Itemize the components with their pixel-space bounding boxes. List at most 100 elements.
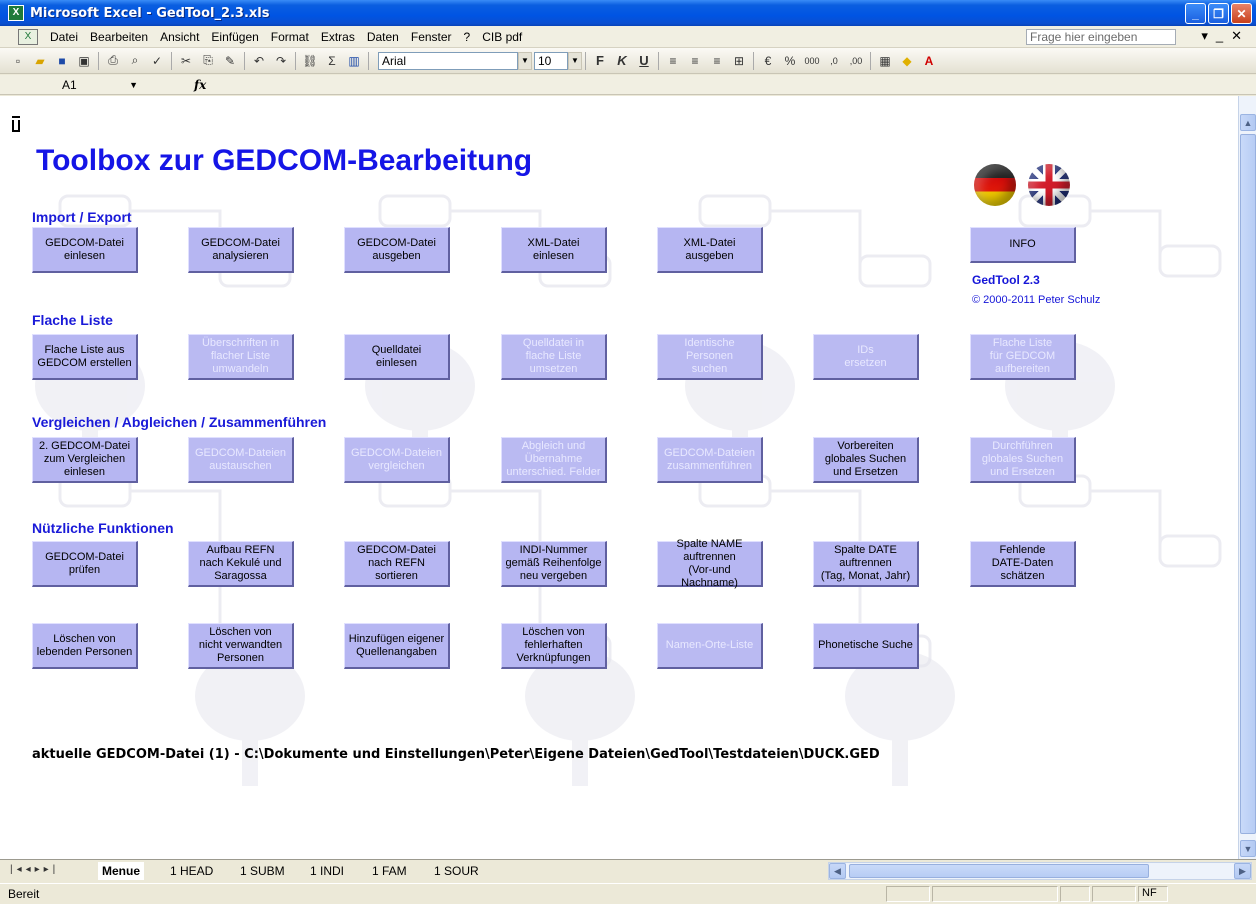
open-folder-icon[interactable]: ▰	[30, 52, 50, 70]
name-box[interactable]: A1 ▼	[34, 76, 144, 93]
bold-button[interactable]: F	[590, 52, 610, 70]
menu-bearbeiten[interactable]: Bearbeiten	[84, 30, 154, 44]
minimize-button[interactable]: _	[1185, 3, 1206, 24]
align-right-icon[interactable]: ≡	[707, 52, 727, 70]
english-flag-button[interactable]	[1028, 164, 1070, 206]
font-name-select[interactable]: Arial	[378, 51, 518, 70]
xml-einlesen-button[interactable]: XML-Datei einlesen	[501, 227, 607, 273]
decrease-decimal-icon[interactable]: ,00	[846, 52, 866, 70]
vertical-scroll-thumb[interactable]	[1240, 134, 1256, 834]
tab-1-head[interactable]: 1 HEAD	[166, 862, 217, 880]
cut-icon[interactable]: ✂	[176, 52, 196, 70]
quelldatei-einlesen-button[interactable]: Quelldatei einlesen	[344, 334, 450, 380]
font-size-select[interactable]: 10	[534, 51, 568, 70]
menu-cib-pdf[interactable]: CIB pdf	[476, 30, 528, 44]
document-window-controls[interactable]: ▾_✕	[1201, 28, 1250, 44]
spalte-date-button[interactable]: Spalte DATE auftrennen (Tag, Monat, Jahr…	[813, 541, 919, 587]
identische-personen-button[interactable]: Identische Personen suchen	[657, 334, 763, 380]
menu-einfuegen[interactable]: Einfügen	[205, 30, 264, 44]
vertical-scrollbar[interactable]: ▲ ▼	[1238, 96, 1256, 859]
hyperlink-icon[interactable]: ⛓	[300, 52, 320, 70]
gedcom-vergleichen-button[interactable]: GEDCOM-Dateien vergleichen	[344, 437, 450, 483]
redo-icon[interactable]: ↷	[271, 52, 291, 70]
save-icon[interactable]: ■	[52, 52, 72, 70]
phonetische-suche-button[interactable]: Phonetische Suche	[813, 623, 919, 669]
undo-icon[interactable]: ↶	[249, 52, 269, 70]
autosum-icon[interactable]: Σ	[322, 52, 342, 70]
fehlerhafte-verknuepfungen-button[interactable]: Löschen von fehlerhaften Verknüpfungen	[501, 623, 607, 669]
namen-orte-liste-button[interactable]: Namen-Orte-Liste	[657, 623, 763, 669]
info-button[interactable]: INFO	[970, 227, 1076, 263]
menu-daten[interactable]: Daten	[361, 30, 405, 44]
gedcom-sortieren-button[interactable]: GEDCOM-Datei nach REFN sortieren	[344, 541, 450, 587]
fx-icon[interactable]: fx	[194, 78, 206, 92]
scroll-right-icon[interactable]: ▶	[1234, 863, 1251, 879]
flache-liste-aufbereiten-button[interactable]: Flache Liste für GEDCOM aufbereiten	[970, 334, 1076, 380]
align-center-icon[interactable]: ≡	[685, 52, 705, 70]
durchfuehren-suchen-ersetzen-button[interactable]: Durchführen globales Suchen und Ersetzen	[970, 437, 1076, 483]
worksheet[interactable]: Toolbox zur GEDCOM-Bearbeitung Import / …	[0, 96, 1238, 859]
tab-navigation-arrows[interactable]: |◂◂▸▸|	[10, 864, 59, 875]
spellcheck-icon[interactable]: ✓	[147, 52, 167, 70]
gedcom-zusammenfuehren-button[interactable]: GEDCOM-Dateien zusammenführen	[657, 437, 763, 483]
menu-help[interactable]: ?	[458, 30, 477, 44]
close-button[interactable]: ✕	[1231, 3, 1252, 24]
underline-button[interactable]: U	[634, 52, 654, 70]
scroll-up-icon[interactable]: ▲	[1240, 114, 1256, 131]
zweite-gedcom-einlesen-button[interactable]: 2. GEDCOM-Datei zum Vergleichen einlesen	[32, 437, 138, 483]
merge-center-icon[interactable]: ⊞	[729, 52, 749, 70]
aufbau-refn-button[interactable]: Aufbau REFN nach Kekulé und Saragossa	[188, 541, 294, 587]
xml-ausgeben-button[interactable]: XML-Datei ausgeben	[657, 227, 763, 273]
menu-ansicht[interactable]: Ansicht	[154, 30, 205, 44]
quellenangaben-button[interactable]: Hinzufügen eigener Quellenangaben	[344, 623, 450, 669]
permission-icon[interactable]: ▣	[74, 52, 94, 70]
abgleich-uebernahme-button[interactable]: Abgleich und Übernahme unterschied. Feld…	[501, 437, 607, 483]
quelldatei-umsetzen-button[interactable]: Quelldatei in flache Liste umsetzen	[501, 334, 607, 380]
date-daten-schaetzen-button[interactable]: Fehlende DATE-Daten schätzen	[970, 541, 1076, 587]
print-preview-icon[interactable]: ⌕	[125, 52, 145, 70]
ids-ersetzen-button[interactable]: IDs ersetzen	[813, 334, 919, 380]
tab-menue[interactable]: Menue	[98, 862, 145, 880]
percent-icon[interactable]: %	[780, 52, 800, 70]
font-name-dropdown-icon[interactable]: ▼	[518, 51, 532, 70]
menu-format[interactable]: Format	[265, 30, 315, 44]
workbook-icon[interactable]: X	[18, 28, 38, 45]
menu-extras[interactable]: Extras	[315, 30, 361, 44]
align-left-icon[interactable]: ≡	[663, 52, 683, 70]
new-file-icon[interactable]: ▫	[8, 52, 28, 70]
gedcom-einlesen-button[interactable]: GEDCOM-Datei einlesen	[32, 227, 138, 273]
increase-decimal-icon[interactable]: ,0	[824, 52, 844, 70]
tab-1-indi[interactable]: 1 INDI	[306, 862, 348, 880]
font-size-dropdown-icon[interactable]: ▼	[568, 51, 582, 70]
menu-datei[interactable]: Datei	[44, 30, 84, 44]
tab-1-sour[interactable]: 1 SOUR	[430, 862, 483, 880]
name-box-dropdown-icon[interactable]: ▼	[129, 80, 138, 90]
loeschen-lebende-button[interactable]: Löschen von lebenden Personen	[32, 623, 138, 669]
format-painter-icon[interactable]: ✎	[220, 52, 240, 70]
currency-icon[interactable]: €	[758, 52, 778, 70]
restore-button[interactable]: ❐	[1208, 3, 1229, 24]
gedcom-analysieren-button[interactable]: GEDCOM-Datei analysieren	[188, 227, 294, 273]
tab-1-subm[interactable]: 1 SUBM	[236, 862, 289, 880]
font-color-icon[interactable]: A	[919, 52, 939, 70]
chart-wizard-icon[interactable]: ▥	[344, 52, 364, 70]
italic-button[interactable]: K	[612, 52, 632, 70]
indi-nummer-button[interactable]: INDI-Nummer gemäß Reihenfolge neu vergeb…	[501, 541, 607, 587]
gedcom-austauschen-button[interactable]: GEDCOM-Dateien austauschen	[188, 437, 294, 483]
loeschen-nicht-verwandte-button[interactable]: Löschen von nicht verwandten Personen	[188, 623, 294, 669]
flache-liste-erstellen-button[interactable]: Flache Liste aus GEDCOM erstellen	[32, 334, 138, 380]
vorbereiten-suchen-ersetzen-button[interactable]: Vorbereiten globales Suchen und Ersetzen	[813, 437, 919, 483]
horizontal-scrollbar[interactable]: ◀ ▶	[828, 862, 1252, 880]
gedcom-pruefen-button[interactable]: GEDCOM-Datei prüfen	[32, 541, 138, 587]
scroll-down-icon[interactable]: ▼	[1240, 840, 1256, 857]
title-bar[interactable]: X Microsoft Excel - GedTool_2.3.xls _ ❐ …	[0, 0, 1256, 26]
ueberschriften-umwandeln-button[interactable]: Überschriften in flacher Liste umwandeln	[188, 334, 294, 380]
horizontal-scroll-thumb[interactable]	[849, 864, 1149, 878]
gedcom-ausgeben-button[interactable]: GEDCOM-Datei ausgeben	[344, 227, 450, 273]
help-search-input[interactable]: Frage hier eingeben	[1026, 29, 1176, 45]
menu-fenster[interactable]: Fenster	[405, 30, 458, 44]
print-icon[interactable]: ⎙	[103, 52, 123, 70]
spalte-name-button[interactable]: Spalte NAME auftrennen (Vor-und Nachname…	[657, 538, 763, 589]
copy-icon[interactable]: ⎘	[198, 52, 218, 70]
scroll-left-icon[interactable]: ◀	[829, 863, 846, 879]
